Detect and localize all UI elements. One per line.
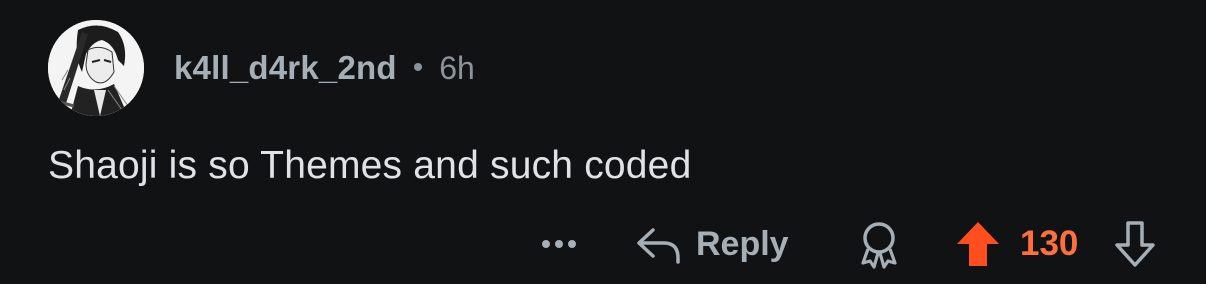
vote-score: 130 bbox=[1020, 224, 1079, 263]
comment-card: k4ll_d4rk_2nd • 6h Shaoji is so Themes a… bbox=[0, 0, 1206, 284]
upvote-arrow-icon bbox=[957, 222, 999, 266]
downvote-button[interactable] bbox=[1112, 214, 1158, 274]
reply-label: Reply bbox=[696, 224, 789, 263]
avatar[interactable] bbox=[48, 20, 144, 116]
upvote-button[interactable] bbox=[954, 214, 1002, 274]
comment-text: Shaoji is so Themes and such coded bbox=[48, 144, 692, 187]
comment-age: 6h bbox=[439, 49, 475, 86]
award-icon bbox=[861, 222, 897, 269]
more-options-icon bbox=[542, 240, 576, 248]
downvote-arrow-icon bbox=[1115, 221, 1155, 267]
comment-header: k4ll_d4rk_2nd • 6h bbox=[48, 20, 475, 116]
avatar-image bbox=[48, 20, 144, 116]
more-options-button[interactable] bbox=[540, 214, 580, 274]
award-button[interactable] bbox=[856, 214, 902, 274]
reply-button[interactable]: Reply bbox=[634, 214, 789, 274]
comment-actions: Reply 130 bbox=[0, 214, 1206, 274]
reply-arrow-icon bbox=[637, 228, 680, 264]
username[interactable]: k4ll_d4rk_2nd bbox=[174, 49, 397, 87]
meta-separator: • bbox=[412, 51, 424, 84]
